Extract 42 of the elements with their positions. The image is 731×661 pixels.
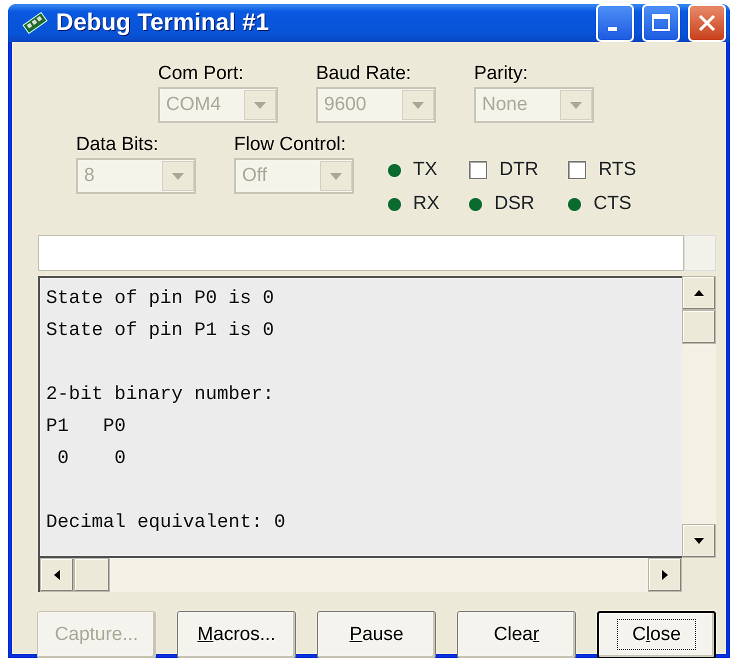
caret-icon (320, 161, 352, 191)
terminal-line: P1 P0 (45, 414, 127, 439)
field-label: Com Port: (158, 64, 245, 83)
scroll-thumb[interactable] (682, 310, 716, 344)
signal-label: RTS (598, 158, 636, 182)
signal-label: DSR (494, 192, 535, 216)
caret-icon (162, 161, 194, 191)
field-label: Baud Rate: (316, 64, 412, 83)
checkbox[interactable] (469, 161, 488, 179)
scroll-up-button[interactable] (682, 276, 716, 310)
signal-label: CTS (593, 192, 632, 216)
signal-label: DTR (499, 158, 538, 182)
dialog-button[interactable]: Clear (457, 611, 576, 658)
minimize-button[interactable] (596, 4, 634, 42)
maximize-button[interactable] (642, 4, 680, 42)
terminal-line: 2-bit binary number: (45, 382, 276, 407)
terminal-line: 0 0 (56, 446, 127, 471)
dialog-button[interactable]: Macros... (177, 611, 296, 658)
maximize-icon (650, 12, 672, 34)
signal-label: TX (413, 158, 438, 182)
input-field[interactable] (38, 235, 684, 271)
dialog-button[interactable]: Pause (317, 611, 436, 658)
scroll-left-button[interactable] (40, 558, 74, 592)
terminal-line: State of pin P0 is 0 (45, 286, 276, 311)
close-icon (696, 12, 718, 34)
close-button[interactable] (688, 4, 726, 42)
scroll-right-button[interactable] (648, 558, 682, 592)
field-label: Flow Control: (234, 135, 347, 154)
terminal-line: State of pin P1 is 0 (45, 318, 276, 343)
caret-icon (402, 90, 434, 120)
minimize-icon (608, 27, 616, 31)
window-title: Debug Terminal #1 (56, 8, 270, 38)
dialog-button[interactable]: Close (597, 611, 716, 658)
scroll-thumb[interactable] (74, 558, 110, 592)
caret-icon (244, 90, 276, 120)
signal-label: RX (413, 192, 440, 216)
terminal-line: Decimal equivalent: 0 (45, 510, 286, 535)
checkbox[interactable] (568, 161, 586, 179)
field-label: Data Bits: (76, 135, 160, 154)
caret-icon (560, 90, 592, 120)
scroll-down-button[interactable] (682, 524, 716, 558)
field-label: Parity: (474, 64, 529, 83)
